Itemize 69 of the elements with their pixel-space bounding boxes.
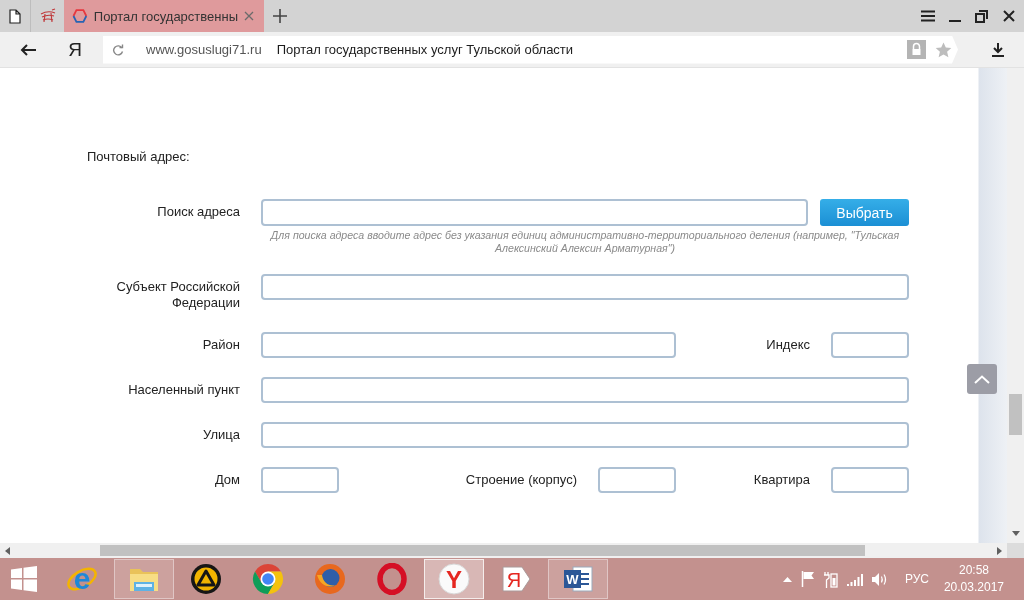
menu-icon	[920, 10, 935, 22]
taskbar-app-button[interactable]: Y	[424, 559, 484, 599]
browser-tab[interactable]: Портал государственны	[64, 0, 264, 32]
hexagon-logo-icon	[72, 8, 88, 24]
y-circle-icon: Y	[438, 563, 470, 595]
lock-icon[interactable]	[907, 40, 926, 59]
scroll-right-icon	[997, 546, 1002, 555]
chevron-up-icon	[974, 374, 990, 384]
section-heading: Почтовый адрес:	[87, 149, 190, 165]
restore-icon	[975, 9, 988, 23]
input-field[interactable]	[831, 467, 909, 493]
input-field[interactable]	[831, 332, 909, 358]
download-icon	[992, 42, 1004, 57]
hidden-icons-button[interactable]	[782, 576, 792, 582]
language-indicator[interactable]: РУС	[904, 572, 929, 586]
input-field[interactable]	[261, 332, 676, 358]
select-button[interactable]: Выбрать	[820, 199, 909, 226]
address-search-field[interactable]	[261, 199, 808, 226]
windows-logo-icon	[11, 566, 37, 592]
star-icon[interactable]	[935, 41, 952, 58]
minimize-icon	[948, 19, 961, 22]
field-label: Дом	[213, 471, 240, 489]
ring-icon	[377, 563, 407, 595]
taskbar-app-button[interactable]: Я	[486, 559, 546, 599]
scroll-left-icon	[5, 546, 10, 555]
flag-icon[interactable]	[800, 571, 815, 587]
scrollbar-corner	[1007, 543, 1024, 558]
field-label: Индекс	[765, 336, 810, 354]
field-label: Субъект Российской Федерации	[115, 278, 240, 312]
speaker-icon[interactable]	[871, 571, 888, 587]
close-icon[interactable]	[244, 11, 254, 21]
scrollbar-thumb[interactable]	[100, 545, 865, 556]
tag-icon: Я	[500, 564, 532, 594]
horizontal-scrollbar[interactable]	[0, 543, 1024, 558]
vertical-scrollbar[interactable]	[1007, 68, 1024, 543]
hint-text: Для поиска адреса вводите адрес без указания единиц административно-территориального деления (например, "Тульская Алексинский Алексин Арматурная")	[269, 229, 901, 255]
sketch-logo-icon	[38, 8, 57, 24]
segmented-circle-icon	[252, 563, 284, 595]
input-field[interactable]	[261, 422, 909, 448]
taskbar-app-button[interactable]: W	[548, 559, 608, 599]
field-label: Поиск адреса	[156, 203, 240, 221]
page-title-text: Портал государственных услуг Тульской области	[276, 42, 574, 57]
scrollbar-thumb[interactable]	[1009, 394, 1022, 435]
page-icon	[9, 8, 21, 24]
field-label: Населенный пункт	[127, 381, 240, 399]
scroll-to-top-button[interactable]	[967, 364, 997, 394]
reload-icon[interactable]	[112, 43, 124, 56]
swirl-globe-icon	[314, 563, 346, 595]
field-label: Улица	[202, 426, 240, 444]
field-label: Район	[201, 336, 240, 354]
clock-date[interactable]: 20.03.2017	[943, 579, 1004, 596]
signal-bars-icon[interactable]	[846, 572, 863, 586]
caret-up-icon	[782, 576, 792, 582]
address-field[interactable]: www.gosuslugi71.ru Портал государственных услуг Тульской области	[103, 35, 958, 64]
url-text: www.gosuslugi71.ru	[146, 42, 262, 57]
scroll-down-icon[interactable]	[1011, 531, 1020, 536]
field-label: Квартира	[752, 471, 810, 489]
input-field[interactable]	[261, 377, 909, 403]
battery-plug-icon[interactable]	[823, 570, 838, 588]
triangle-circle-icon	[190, 563, 222, 595]
field-label: Строение (корпус)	[464, 471, 577, 489]
back-arrow-icon	[20, 43, 36, 56]
input-field[interactable]	[261, 274, 909, 300]
input-field[interactable]	[598, 467, 676, 493]
clock-time[interactable]: 20:58	[958, 562, 989, 579]
home-button[interactable]: Я	[62, 35, 88, 64]
input-field[interactable]	[261, 467, 339, 493]
plus-icon	[273, 9, 287, 23]
close-icon	[1002, 10, 1015, 22]
